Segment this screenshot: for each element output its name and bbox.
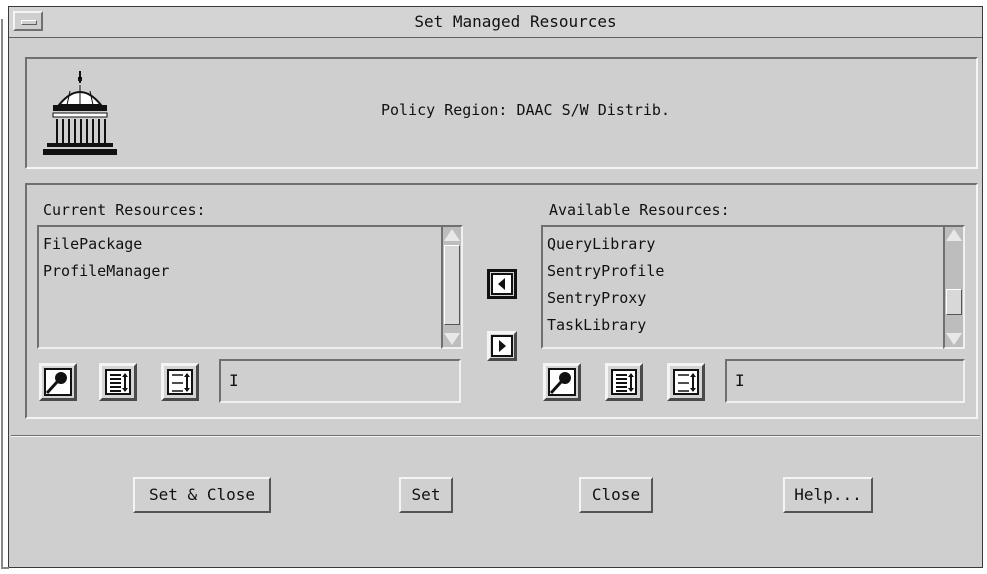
select-all-list-icon — [105, 369, 131, 395]
current-list-scrollbar[interactable] — [441, 225, 463, 349]
resources-panel: Current Resources: FilePackage ProfileMa… — [25, 183, 978, 419]
magnifier-icon — [548, 368, 576, 396]
current-find-button[interactable] — [39, 363, 77, 401]
text-cursor-icon: I — [229, 371, 239, 390]
text-cursor-icon: I — [735, 371, 745, 390]
window-frame-edge — [1, 19, 9, 569]
list-item[interactable]: ProfileManager — [43, 262, 169, 280]
move-left-button[interactable] — [487, 269, 517, 299]
available-list-scrollbar[interactable] — [943, 225, 965, 349]
current-filter-input[interactable]: I — [219, 359, 461, 403]
scroll-down-icon[interactable] — [444, 333, 460, 345]
help-button[interactable]: Help... — [783, 477, 873, 513]
arrow-right-icon — [491, 335, 513, 357]
available-resources-label: Available Resources: — [549, 201, 730, 219]
list-item[interactable]: FilePackage — [43, 235, 142, 253]
close-button[interactable]: Close — [579, 477, 653, 513]
move-right-button[interactable] — [487, 331, 517, 361]
deselect-all-list-icon — [673, 369, 699, 395]
policy-region-panel: Policy Region: DAAC S/W Distrib. — [25, 57, 978, 169]
current-resources-list[interactable]: FilePackage ProfileManager — [37, 225, 443, 349]
list-item[interactable]: SentryProxy — [547, 289, 646, 307]
arrow-left-icon — [491, 273, 513, 295]
available-resources-list[interactable]: QueryLibrary SentryProfile SentryProxy T… — [541, 225, 945, 349]
scrollbar-thumb[interactable] — [946, 289, 962, 315]
dialog-window: Set Managed Resources Policy Region: DAA… — [1, 6, 983, 569]
capitol-building-icon — [43, 71, 117, 155]
set-and-close-button[interactable]: Set & Close — [133, 477, 271, 513]
separator — [11, 435, 980, 437]
current-select-all-button[interactable] — [99, 363, 137, 401]
list-item[interactable]: QueryLibrary — [547, 235, 655, 253]
available-deselect-all-button[interactable] — [667, 363, 705, 401]
current-resources-label: Current Resources: — [43, 201, 206, 219]
list-item[interactable]: SentryProfile — [547, 262, 664, 280]
scroll-down-icon[interactable] — [946, 333, 962, 345]
magnifier-icon — [44, 368, 72, 396]
scroll-up-icon[interactable] — [444, 229, 460, 241]
title-bar[interactable]: Set Managed Resources — [9, 7, 982, 38]
select-all-list-icon — [611, 369, 637, 395]
policy-region-label: Policy Region: DAAC S/W Distrib. — [381, 101, 670, 119]
scrollbar-thumb[interactable] — [444, 245, 460, 325]
window-title: Set Managed Resources — [414, 12, 617, 31]
current-deselect-all-button[interactable] — [161, 363, 199, 401]
available-find-button[interactable] — [543, 363, 581, 401]
available-select-all-button[interactable] — [605, 363, 643, 401]
scroll-up-icon[interactable] — [946, 229, 962, 241]
set-button[interactable]: Set — [399, 477, 453, 513]
list-item[interactable]: TaskLibrary — [547, 316, 646, 334]
deselect-all-list-icon — [167, 369, 193, 395]
window-menu-button[interactable] — [13, 11, 43, 31]
available-filter-input[interactable]: I — [725, 359, 965, 403]
